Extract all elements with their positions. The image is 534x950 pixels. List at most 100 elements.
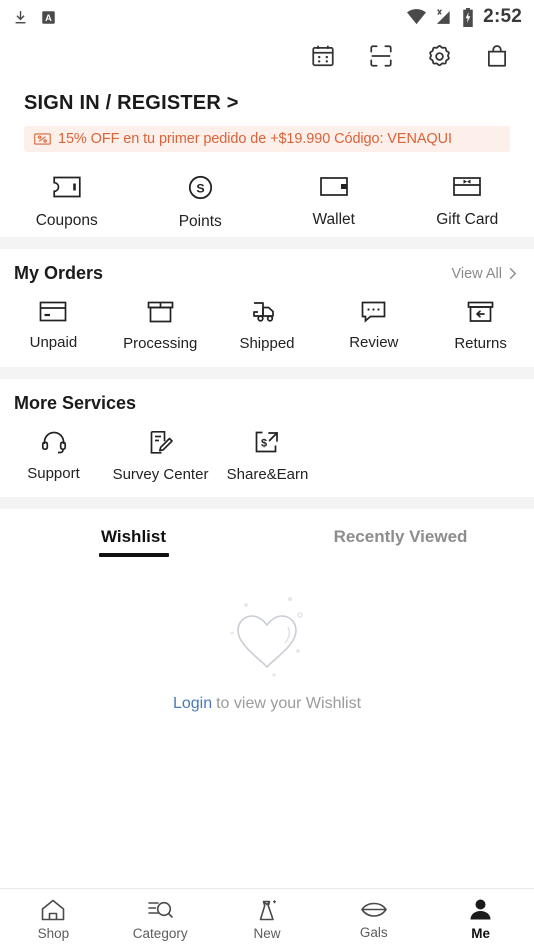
return-box-icon <box>467 300 494 324</box>
my-orders-icon-row: Unpaid Processing Shipped Review Returns <box>0 284 534 357</box>
sign-in-section: SIGN IN / REGISTER > <box>0 78 534 115</box>
coupon-ticket-icon <box>52 174 82 200</box>
download-icon <box>12 9 29 26</box>
status-bar-right-icons: 2:52 <box>407 6 522 28</box>
share-earn-icon: $ <box>254 430 281 455</box>
login-link[interactable]: Login <box>173 695 212 712</box>
person-icon <box>468 898 493 922</box>
order-status-label: Returns <box>454 335 507 352</box>
order-status-label: Unpaid <box>29 334 78 351</box>
settings-gear-icon[interactable] <box>424 41 454 71</box>
dress-icon <box>254 898 280 922</box>
wallet-icon <box>319 174 349 199</box>
delivery-truck-icon <box>252 300 281 324</box>
more-services-section: More Services Support Survey Center $ Sh… <box>0 379 534 498</box>
service-item-label: Survey Center <box>112 465 209 483</box>
points-coin-icon: S <box>187 174 214 201</box>
login-hint-text: to view your Wishlist <box>216 695 362 713</box>
tab-active-underline <box>98 553 169 558</box>
app-badge-icon: A <box>41 10 56 25</box>
order-status-label: Processing <box>123 335 198 352</box>
quick-access-item-wallet[interactable]: Wallet <box>267 174 401 231</box>
checkin-calendar-icon[interactable] <box>308 41 338 71</box>
credit-card-icon <box>39 300 67 323</box>
quick-access-item-gift-card[interactable]: Gift Card <box>401 174 534 231</box>
service-item-label: Support <box>27 464 80 482</box>
lips-icon <box>360 899 388 921</box>
quick-access-item-points[interactable]: S Points <box>134 174 268 231</box>
nav-label: Gals <box>359 925 388 940</box>
chat-bubble-icon <box>360 300 387 323</box>
quick-access-item-coupons[interactable]: Coupons <box>0 174 134 231</box>
quick-access-label: Points <box>178 213 222 230</box>
more-services-title: More Services <box>14 392 137 413</box>
promo-banner-text: 15% OFF en tu primer pedido de +$19.990 … <box>58 131 452 147</box>
my-orders-section: My Orders View All Unpaid Processing Shi… <box>0 249 534 367</box>
service-item-support[interactable]: Support <box>0 430 107 484</box>
survey-pencil-icon <box>148 430 174 455</box>
nav-label: Me <box>471 926 490 941</box>
svg-text:S: S <box>196 181 204 195</box>
sign-in-register-button[interactable]: SIGN IN / REGISTER > <box>24 92 239 115</box>
nav-label: Category <box>132 926 188 941</box>
tab-label: Wishlist <box>100 527 167 547</box>
tab-label: Recently Viewed <box>333 527 468 547</box>
bottom-navigation: Shop Category New Gals Me <box>0 888 534 950</box>
view-all-label: View All <box>451 265 502 282</box>
nav-item-category[interactable]: Category <box>107 898 214 941</box>
chevron-right-icon <box>507 267 518 280</box>
package-box-icon <box>147 300 174 324</box>
wishlist-tabs: Wishlist Recently Viewed <box>0 509 534 558</box>
headset-icon <box>41 430 67 454</box>
wishlist-empty-state: Login to view your Wishlist <box>0 557 534 713</box>
home-icon <box>40 898 66 922</box>
service-item-survey-center[interactable]: Survey Center <box>107 430 214 484</box>
quick-access-grid: Coupons S Points Wallet Gift Card <box>0 152 534 237</box>
my-orders-title: My Orders <box>14 263 104 283</box>
nav-item-shop[interactable]: Shop <box>0 898 107 941</box>
tab-recently-viewed[interactable]: Recently Viewed <box>267 527 534 557</box>
order-status-processing[interactable]: Processing <box>107 300 214 353</box>
my-orders-header: My Orders View All <box>0 263 534 284</box>
signal-no-service-icon <box>435 8 453 26</box>
order-status-unpaid[interactable]: Unpaid <box>0 300 107 353</box>
order-status-review[interactable]: Review <box>320 300 427 353</box>
quick-access-label: Wallet <box>312 211 356 228</box>
search-list-icon <box>147 898 174 922</box>
quick-access-label: Coupons <box>35 212 98 229</box>
top-toolbar <box>0 34 534 78</box>
my-orders-view-all-button[interactable]: View All <box>451 266 518 282</box>
section-divider <box>0 237 534 249</box>
coupon-percent-icon <box>34 132 51 146</box>
more-services-header: More Services <box>0 393 534 414</box>
promo-banner[interactable]: 15% OFF en tu primer pedido de +$19.990 … <box>24 126 510 152</box>
wishlist-empty-message: Login to view your Wishlist <box>173 695 361 713</box>
order-status-label: Shipped <box>239 335 295 352</box>
heart-outline-icon <box>212 589 322 681</box>
section-divider <box>0 366 534 379</box>
service-item-share-earn[interactable]: $ Share&Earn <box>214 430 321 484</box>
wifi-icon <box>407 9 427 25</box>
tab-wishlist[interactable]: Wishlist <box>0 527 267 558</box>
status-bar: A 2:52 <box>0 0 534 34</box>
order-status-label: Review <box>349 334 399 351</box>
status-bar-clock: 2:52 <box>483 6 522 27</box>
battery-charging-icon <box>462 7 474 27</box>
more-services-icon-row: Support Survey Center $ Share&Earn <box>0 414 534 488</box>
order-status-shipped[interactable]: Shipped <box>214 300 321 353</box>
section-divider <box>0 497 534 510</box>
nav-item-me[interactable]: Me <box>427 898 534 941</box>
shopping-bag-icon[interactable] <box>482 41 512 71</box>
service-item-label: Share&Earn <box>226 465 309 483</box>
nav-label: New <box>253 926 281 941</box>
svg-text:$: $ <box>261 437 267 449</box>
nav-item-new[interactable]: New <box>214 898 321 941</box>
gift-card-icon <box>452 174 482 199</box>
scan-icon[interactable] <box>366 41 396 71</box>
app-screen: A 2:52 SIGN IN / REGISTER > 15% OFF en t… <box>0 0 534 950</box>
quick-access-label: Gift Card <box>436 211 499 228</box>
order-status-returns[interactable]: Returns <box>427 300 534 353</box>
status-bar-left-icons: A <box>12 9 56 26</box>
nav-label: Shop <box>37 926 70 941</box>
nav-item-gals[interactable]: Gals <box>320 899 427 940</box>
